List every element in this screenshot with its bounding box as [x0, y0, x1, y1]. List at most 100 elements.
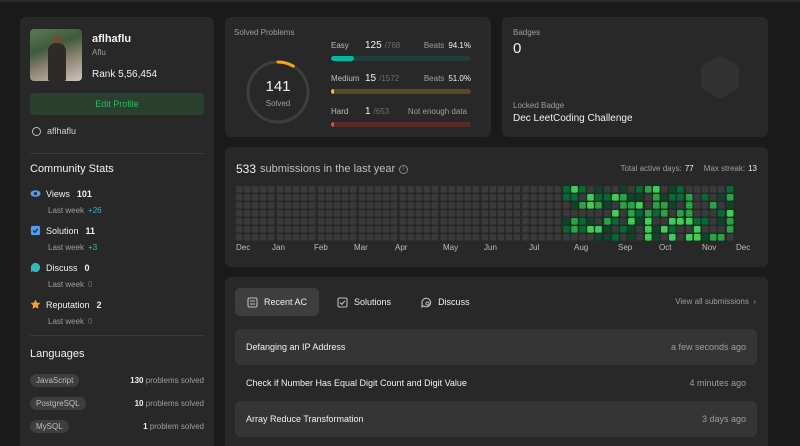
heatmap-day[interactable] — [366, 202, 374, 209]
heatmap-day[interactable] — [612, 186, 619, 193]
heatmap-day[interactable] — [522, 202, 529, 209]
heatmap-day[interactable] — [440, 194, 448, 201]
heatmap-day[interactable] — [284, 218, 292, 225]
heatmap-day[interactable] — [236, 218, 243, 225]
heatmap-day[interactable] — [317, 210, 325, 217]
heatmap-day[interactable] — [513, 194, 520, 201]
heatmap-day[interactable] — [268, 226, 275, 233]
heatmap-day[interactable] — [276, 202, 284, 209]
heatmap-day[interactable] — [571, 194, 578, 201]
heatmap-day[interactable] — [661, 210, 668, 217]
heatmap-day[interactable] — [661, 186, 668, 193]
heatmap-day[interactable] — [349, 194, 357, 201]
heatmap-day[interactable] — [236, 202, 243, 209]
heatmap-day[interactable] — [349, 234, 357, 241]
heatmap-day[interactable] — [677, 186, 684, 193]
heatmap-day[interactable] — [236, 234, 243, 241]
heatmap-day[interactable] — [505, 194, 512, 201]
heatmap-day[interactable] — [530, 226, 537, 233]
heatmap-day[interactable] — [415, 186, 423, 193]
heatmap-day[interactable] — [595, 210, 602, 217]
heatmap-day[interactable] — [481, 234, 488, 241]
heatmap-day[interactable] — [390, 234, 398, 241]
github-link[interactable]: aflhaflu — [32, 126, 76, 136]
heatmap-day[interactable] — [612, 218, 619, 225]
heatmap-day[interactable] — [440, 218, 448, 225]
heatmap-day[interactable] — [717, 210, 725, 217]
heatmap-day[interactable] — [530, 210, 537, 217]
heatmap-day[interactable] — [366, 210, 374, 217]
heatmap-day[interactable] — [440, 234, 448, 241]
heatmap-day[interactable] — [726, 226, 734, 233]
heatmap-day[interactable] — [260, 194, 267, 201]
heatmap-day[interactable] — [653, 186, 660, 193]
heatmap-day[interactable] — [579, 186, 586, 193]
heatmap-day[interactable] — [300, 202, 308, 209]
heatmap-day[interactable] — [677, 218, 684, 225]
heatmap-day[interactable] — [399, 186, 407, 193]
heatmap-day[interactable] — [522, 234, 529, 241]
heatmap-day[interactable] — [415, 210, 423, 217]
heatmap-day[interactable] — [399, 234, 407, 241]
heatmap-day[interactable] — [423, 186, 431, 193]
heatmap-day[interactable] — [349, 186, 357, 193]
heatmap-day[interactable] — [604, 226, 611, 233]
heatmap-day[interactable] — [709, 186, 717, 193]
heatmap-day[interactable] — [489, 218, 496, 225]
heatmap-day[interactable] — [382, 234, 390, 241]
heatmap-day[interactable] — [317, 202, 325, 209]
heatmap-day[interactable] — [481, 186, 488, 193]
heatmap-day[interactable] — [489, 210, 496, 217]
heatmap-day[interactable] — [333, 218, 341, 225]
heatmap-day[interactable] — [390, 186, 398, 193]
heatmap-day[interactable] — [292, 202, 300, 209]
heatmap-day[interactable] — [587, 202, 594, 209]
heatmap-day[interactable] — [308, 210, 316, 217]
heatmap-day[interactable] — [236, 194, 243, 201]
heatmap-day[interactable] — [382, 218, 390, 225]
heatmap-day[interactable] — [300, 194, 308, 201]
heatmap-day[interactable] — [497, 234, 504, 241]
heatmap-day[interactable] — [595, 218, 602, 225]
heatmap-day[interactable] — [628, 218, 635, 225]
heatmap-day[interactable] — [701, 218, 709, 225]
edit-profile-button[interactable]: Edit Profile — [30, 93, 204, 115]
heatmap-day[interactable] — [677, 226, 684, 233]
heatmap-day[interactable] — [554, 186, 561, 193]
heatmap-day[interactable] — [268, 202, 275, 209]
heatmap-day[interactable] — [300, 186, 308, 193]
heatmap-day[interactable] — [431, 218, 439, 225]
heatmap-day[interactable] — [407, 202, 415, 209]
heatmap-day[interactable] — [456, 202, 464, 209]
heatmap-day[interactable] — [472, 202, 480, 209]
tab-recent-ac[interactable]: Recent AC — [235, 288, 320, 316]
heatmap-day[interactable] — [645, 186, 652, 193]
heatmap-day[interactable] — [276, 186, 284, 193]
heatmap-day[interactable] — [268, 218, 275, 225]
heatmap-day[interactable] — [341, 218, 349, 225]
heatmap-day[interactable] — [709, 234, 717, 241]
heatmap-day[interactable] — [308, 194, 316, 201]
heatmap-day[interactable] — [292, 210, 300, 217]
heatmap-day[interactable] — [505, 218, 512, 225]
heatmap-day[interactable] — [440, 186, 448, 193]
heatmap-day[interactable] — [341, 194, 349, 201]
heatmap-day[interactable] — [382, 226, 390, 233]
heatmap-day[interactable] — [423, 202, 431, 209]
heatmap-day[interactable] — [407, 234, 415, 241]
heatmap-day[interactable] — [448, 202, 456, 209]
heatmap-day[interactable] — [252, 218, 259, 225]
heatmap-day[interactable] — [382, 194, 390, 201]
heatmap-day[interactable] — [276, 194, 284, 201]
heatmap-day[interactable] — [563, 194, 570, 201]
heatmap-day[interactable] — [423, 226, 431, 233]
heatmap-day[interactable] — [448, 218, 456, 225]
heatmap-day[interactable] — [415, 194, 423, 201]
heatmap-day[interactable] — [464, 218, 472, 225]
heatmap-day[interactable] — [563, 202, 570, 209]
heatmap-day[interactable] — [497, 218, 504, 225]
heatmap-day[interactable] — [505, 186, 512, 193]
heatmap-day[interactable] — [685, 234, 693, 241]
heatmap-day[interactable] — [685, 226, 693, 233]
heatmap-day[interactable] — [726, 202, 734, 209]
